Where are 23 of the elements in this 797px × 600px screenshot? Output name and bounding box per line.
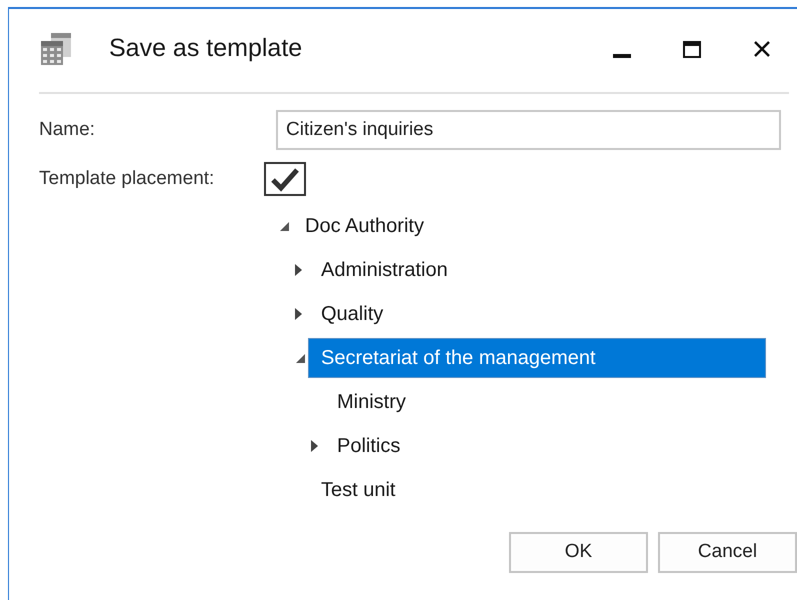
calendar-grid-icon: [39, 31, 73, 67]
tree-item[interactable]: Administration: [308, 250, 461, 290]
expanded-arrow-icon[interactable]: [294, 352, 306, 364]
collapsed-arrow-icon[interactable]: [294, 307, 303, 321]
name-label: Name:: [39, 118, 96, 142]
close-icon[interactable]: [754, 41, 770, 57]
tree-item[interactable]: Test unit: [308, 470, 408, 510]
ok-button[interactable]: OK: [509, 532, 648, 573]
placement-label: Template placement:: [39, 166, 216, 191]
collapsed-arrow-icon[interactable]: [294, 263, 303, 277]
tree-item[interactable]: Secretariat of the management: [308, 338, 766, 378]
window-title: Save as template: [109, 33, 304, 64]
placement-checkbox[interactable]: [264, 162, 306, 196]
tree-item[interactable]: Ministry: [324, 382, 419, 422]
minimize-icon[interactable]: [612, 54, 632, 58]
collapsed-arrow-icon[interactable]: [310, 439, 319, 453]
cancel-button[interactable]: Cancel: [658, 532, 797, 573]
maximize-icon[interactable]: [683, 40, 701, 58]
tree-item[interactable]: Quality: [308, 294, 396, 334]
tree-item[interactable]: Doc Authority: [292, 206, 437, 246]
name-field[interactable]: Citizen's inquiries: [276, 110, 781, 150]
expanded-arrow-icon[interactable]: [278, 220, 290, 232]
tree-item[interactable]: Politics: [324, 426, 414, 466]
